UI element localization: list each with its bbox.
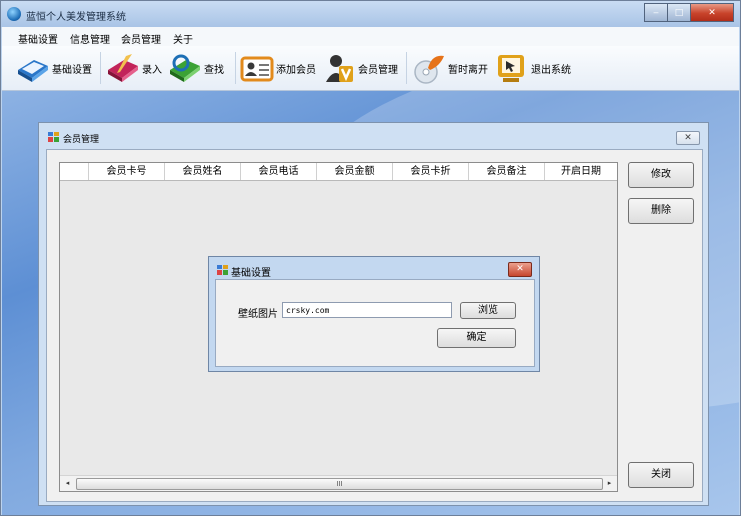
edit-book-icon <box>106 51 140 85</box>
toolbar-basic-settings-button[interactable]: 基础设置 <box>16 49 92 87</box>
toolbar-search-button[interactable]: 查找 <box>168 49 224 87</box>
edit-button[interactable]: 修改 <box>628 162 694 188</box>
toolbar-exit-button[interactable]: 退出系统 <box>495 49 571 87</box>
exit-system-icon <box>495 51 529 85</box>
title-bar[interactable]: 蓝恒个人美发管理系统 ‒ □ ✕ <box>1 1 740 27</box>
app-logo-icon <box>7 7 21 21</box>
away-disc-icon <box>412 51 446 85</box>
close-member-window-button[interactable]: 关闭 <box>628 462 694 488</box>
browse-button[interactable]: 浏览 <box>460 302 516 319</box>
wallpaper-path-input[interactable]: crsky.com <box>282 302 452 318</box>
menu-member-management[interactable]: 会员管理 <box>121 31 161 46</box>
maximize-button[interactable]: □ <box>667 3 691 22</box>
toolbar-label: 暂时离开 <box>448 64 488 76</box>
toolbar-away-button[interactable]: 暂时离开 <box>412 49 488 87</box>
app-title: 蓝恒个人美发管理系统 <box>26 12 126 23</box>
toolbar-member-management-button[interactable]: 会员管理 <box>322 49 398 87</box>
dialog-title: 基础设置 <box>231 268 271 279</box>
menu-basic-settings[interactable]: 基础设置 <box>18 31 58 46</box>
delete-button[interactable]: 删除 <box>628 198 694 224</box>
toolbar-label: 会员管理 <box>358 64 398 76</box>
toolbar-label: 查找 <box>204 64 224 76</box>
basic-settings-dialog: 基础设置 ✕ 壁纸图片 crsky.com 浏览 确定 <box>208 256 540 372</box>
toolbar-separator <box>100 52 101 84</box>
toolbar: 基础设置 录入 查找 添加会员 会员管理 暂时离开 退出系统 <box>2 46 739 91</box>
column-header-discount[interactable]: 会员卡折 <box>393 163 469 180</box>
column-header-balance[interactable]: 会员金额 <box>317 163 393 180</box>
dialog-body: 壁纸图片 crsky.com 浏览 确定 <box>215 279 535 367</box>
column-header-open-date[interactable]: 开启日期 <box>545 163 617 180</box>
member-window-close-button[interactable]: ✕ <box>676 131 700 145</box>
toolbar-separator <box>235 52 236 84</box>
row-header-corner <box>60 163 89 180</box>
window-controls: ‒ □ ✕ <box>644 3 734 22</box>
toolbar-label: 退出系统 <box>531 64 571 76</box>
menu-bar: 基础设置 信息管理 会员管理 关于 <box>2 27 739 46</box>
scroll-right-arrow[interactable]: ▸ <box>602 476 617 491</box>
member-window-title: 会员管理 <box>63 135 100 145</box>
scroll-thumb[interactable]: III <box>76 478 603 490</box>
minimize-button[interactable]: ‒ <box>644 3 668 22</box>
toolbar-label: 录入 <box>142 64 162 76</box>
dialog-app-icon <box>217 265 228 275</box>
window-app-icon <box>48 132 59 142</box>
toolbar-add-member-button[interactable]: 添加会员 <box>240 49 316 87</box>
menu-about[interactable]: 关于 <box>173 31 193 46</box>
column-header-name[interactable]: 会员姓名 <box>165 163 241 180</box>
ok-button[interactable]: 确定 <box>437 328 516 348</box>
search-recycle-icon <box>168 51 202 85</box>
column-header-phone[interactable]: 会员电话 <box>241 163 317 180</box>
settings-book-icon <box>16 51 50 85</box>
scroll-left-arrow[interactable]: ◂ <box>60 476 75 491</box>
horizontal-scrollbar[interactable]: ◂ III ▸ <box>60 475 617 491</box>
dialog-close-button[interactable]: ✕ <box>508 262 532 277</box>
toolbar-entry-button[interactable]: 录入 <box>106 49 162 87</box>
toolbar-label: 基础设置 <box>52 64 92 76</box>
add-member-card-icon <box>240 51 274 85</box>
toolbar-label: 添加会员 <box>276 64 316 76</box>
member-manage-icon <box>322 51 356 85</box>
toolbar-separator <box>406 52 407 84</box>
member-window-title-bar[interactable]: 会员管理 ✕ <box>39 123 708 149</box>
member-table-header: 会员卡号 会员姓名 会员电话 会员金额 会员卡折 会员备注 开启日期 <box>60 163 617 181</box>
wallpaper-label: 壁纸图片 <box>238 309 278 320</box>
column-header-card-number[interactable]: 会员卡号 <box>89 163 165 180</box>
close-button[interactable]: ✕ <box>690 3 734 22</box>
column-header-remark[interactable]: 会员备注 <box>469 163 545 180</box>
menu-info-management[interactable]: 信息管理 <box>70 31 110 46</box>
